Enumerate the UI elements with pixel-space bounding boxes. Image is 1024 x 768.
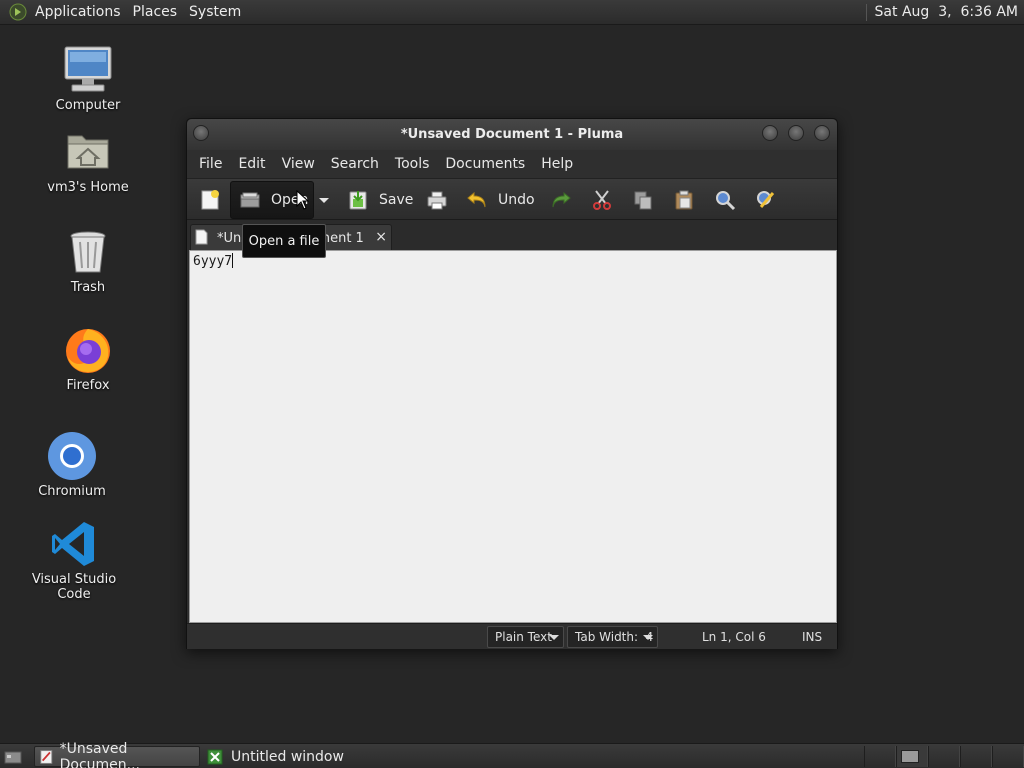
desktop-icon-trash[interactable]: Trash xyxy=(28,226,148,295)
bottom-panel: *Unsaved Documen... Untitled window xyxy=(0,741,1024,768)
tab-width-value: Tab Width: 4 xyxy=(575,630,654,644)
find-button[interactable] xyxy=(714,183,736,217)
clock-separator xyxy=(865,3,867,21)
taskbar-item-untitled-window[interactable]: Untitled window xyxy=(205,746,385,767)
menubar: File Edit View Search Tools Documents He… xyxy=(187,150,837,178)
print-icon xyxy=(426,189,448,211)
redo-button[interactable] xyxy=(550,183,572,217)
maximize-icon[interactable] xyxy=(788,125,804,141)
undo-button[interactable]: Undo xyxy=(466,183,535,217)
editor-content: 6yyy7 xyxy=(193,253,234,271)
open-recent-dropdown[interactable] xyxy=(318,183,330,217)
close-tab-icon[interactable]: × xyxy=(375,229,387,245)
save-button[interactable]: Save xyxy=(347,183,413,217)
window-titlebar[interactable]: *Unsaved Document 1 - Pluma xyxy=(187,119,837,150)
syntax-mode-value: Plain Text xyxy=(495,630,552,644)
undo-icon xyxy=(466,189,488,211)
spreadsheet-app-icon xyxy=(207,749,223,764)
chromium-icon xyxy=(46,430,98,482)
chevron-down-icon xyxy=(549,635,559,640)
taskbar-item-pluma[interactable]: *Unsaved Documen... xyxy=(34,741,200,768)
applications-menu[interactable]: Applications xyxy=(31,4,129,20)
window-menu-icon[interactable] xyxy=(193,125,209,141)
cut-button[interactable] xyxy=(591,183,613,217)
show-desktop-icon xyxy=(4,751,22,763)
places-menu[interactable]: Places xyxy=(129,4,186,20)
desktop-icon-label: Firefox xyxy=(66,378,110,393)
text-editor-area[interactable]: 6yyy7 xyxy=(189,250,837,623)
syntax-mode-combo[interactable]: Plain Text xyxy=(487,626,564,648)
statusbar: Plain Text Tab Width: 4 Ln 1, Col 6 INS xyxy=(187,623,837,649)
workspace-5[interactable] xyxy=(992,746,1024,767)
workspace-3[interactable] xyxy=(928,746,960,767)
print-button[interactable] xyxy=(426,183,448,217)
open-file-tooltip: Open a file xyxy=(242,224,326,258)
replace-button[interactable] xyxy=(755,183,777,217)
system-menu[interactable]: System xyxy=(185,4,249,20)
toolbar: Open Save Undo xyxy=(187,178,837,220)
menu-search[interactable]: Search xyxy=(323,156,387,172)
redo-icon xyxy=(550,189,572,211)
minimize-icon[interactable] xyxy=(762,125,778,141)
workspace-1[interactable] xyxy=(864,746,896,767)
clock-area: Sat Aug 3, 6:36 AM xyxy=(865,0,1024,25)
scissors-icon xyxy=(591,189,613,211)
menu-edit[interactable]: Edit xyxy=(230,156,273,172)
menu-tools[interactable]: Tools xyxy=(387,156,438,172)
firefox-icon xyxy=(62,324,114,376)
show-desktop-button[interactable] xyxy=(2,746,24,767)
desktop-icon-label: Chromium xyxy=(38,484,106,499)
computer-icon xyxy=(62,44,114,96)
save-icon xyxy=(347,189,369,211)
vscode-icon xyxy=(48,518,100,570)
copy-button[interactable] xyxy=(632,183,654,217)
desktop-icon-label: Visual Studio Code xyxy=(31,572,117,602)
text-caret xyxy=(232,253,234,268)
desktop-icon-computer[interactable]: Computer xyxy=(28,44,148,113)
cursor-position: Ln 1, Col 6 xyxy=(702,630,766,644)
mate-logo-icon[interactable] xyxy=(9,3,27,21)
close-window-icon[interactable] xyxy=(814,125,830,141)
clock[interactable]: Sat Aug 3, 6:36 AM xyxy=(875,4,1024,20)
tab-width-combo[interactable]: Tab Width: 4 xyxy=(567,626,658,648)
search-icon xyxy=(714,189,736,211)
trash-icon xyxy=(62,226,114,278)
window-title: *Unsaved Document 1 - Pluma xyxy=(400,127,624,142)
find-replace-icon xyxy=(755,189,777,211)
copy-icon xyxy=(632,189,654,211)
taskbar-item-label: *Unsaved Documen... xyxy=(59,740,140,768)
undo-button-label: Undo xyxy=(498,192,535,208)
workspace-4[interactable] xyxy=(960,746,992,767)
desktop-icon-label: Computer xyxy=(55,98,121,113)
pluma-window: *Unsaved Document 1 - Pluma File Edit Vi… xyxy=(186,118,838,649)
menu-documents[interactable]: Documents xyxy=(437,156,533,172)
workspace-window-thumb xyxy=(901,750,919,763)
open-folder-icon xyxy=(239,189,261,211)
workspace-2[interactable] xyxy=(896,746,928,767)
insert-mode: INS xyxy=(802,630,823,644)
menu-help[interactable]: Help xyxy=(533,156,581,172)
menu-view[interactable]: View xyxy=(274,156,323,172)
paste-icon xyxy=(673,189,695,211)
chevron-down-icon xyxy=(643,635,653,640)
taskbar-item-label: Untitled window xyxy=(231,748,344,765)
desktop-icon-firefox[interactable]: Firefox xyxy=(28,324,148,393)
new-document-icon xyxy=(199,189,221,211)
desktop-icon-label: vm3's Home xyxy=(47,180,129,195)
desktop-icon-home[interactable]: vm3's Home xyxy=(28,126,148,195)
menu-file[interactable]: File xyxy=(191,156,230,172)
pluma-app-icon xyxy=(40,749,53,764)
paste-button[interactable] xyxy=(673,183,695,217)
top-panel: Applications Places System Sat Aug 3, 6:… xyxy=(0,0,1024,25)
text-document-icon xyxy=(195,229,208,245)
editor-text: 6yyy7 xyxy=(193,254,233,269)
save-button-label: Save xyxy=(379,192,414,208)
chevron-down-icon xyxy=(319,198,329,203)
home-folder-icon xyxy=(62,126,114,178)
desktop-icon-vscode[interactable]: Visual Studio Code xyxy=(14,518,134,602)
new-document-button[interactable] xyxy=(199,183,221,217)
desktop-icon-chromium[interactable]: Chromium xyxy=(12,430,132,499)
mouse-pointer-icon xyxy=(296,190,310,210)
desktop-icon-label: Trash xyxy=(70,280,106,295)
